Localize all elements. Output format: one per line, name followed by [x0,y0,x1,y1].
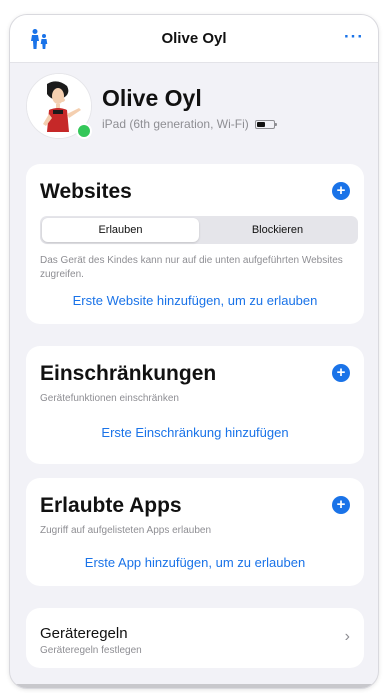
more-options-button[interactable]: ··· [344,27,364,47]
add-first-website-link[interactable]: Erste Website hinzufügen, um zu erlauben [26,293,364,308]
add-app-plus-icon[interactable]: + [332,496,350,514]
add-first-app-link[interactable]: Erste App hinzufügen, um zu erlauben [26,555,364,570]
apps-title: Erlaubte Apps [40,494,182,517]
apps-subtitle: Zugriff auf aufgelisteten Apps erlauben [40,525,212,536]
websites-title: Websites [40,180,132,203]
avatar [26,73,92,139]
websites-description: Das Gerät des Kindes kann nur auf die un… [40,255,343,280]
device-rules-title: Geräteregeln [40,625,128,642]
device-rules-row[interactable]: Geräteregeln Geräteregeln festlegen › [26,608,364,668]
segment-block[interactable]: Blockieren [199,218,356,242]
profile-name: Olive Oyl [102,85,202,111]
restrictions-subtitle: Gerätefunktionen einschränken [40,393,179,404]
device-rules-subtitle: Geräteregeln festlegen [40,645,142,656]
add-website-plus-icon[interactable]: + [332,182,350,200]
device-info: iPad (6th generation, Wi-Fi) [102,117,277,131]
app-window: Olive Oyl ··· Olive Oyl iPad (6th genera… [9,14,379,689]
add-first-restriction-link[interactable]: Erste Einschränkung hinzufügen [26,425,364,440]
online-status-icon [76,123,92,139]
website-mode-segmented-control: Erlauben Blockieren [40,216,358,244]
restrictions-title: Einschränkungen [40,362,217,385]
allowed-apps-card: Erlaubte Apps + Zugriff auf aufgelistete… [26,478,364,586]
add-restriction-plus-icon[interactable]: + [332,364,350,382]
battery-icon [254,119,277,129]
websites-card: Websites + Erlauben Blockieren Das Gerät… [26,164,364,324]
top-bar: Olive Oyl ··· [10,15,378,63]
restrictions-card: Einschränkungen + Gerätefunktionen einsc… [26,346,364,464]
page-title: Olive Oyl [161,30,227,47]
family-icon[interactable] [28,28,50,50]
device-name: iPad (6th generation, Wi-Fi) [102,117,249,131]
chevron-right-icon: › [344,628,350,645]
child-profile: Olive Oyl iPad (6th generation, Wi-Fi) [26,73,366,153]
segment-allow[interactable]: Erlauben [42,218,199,242]
